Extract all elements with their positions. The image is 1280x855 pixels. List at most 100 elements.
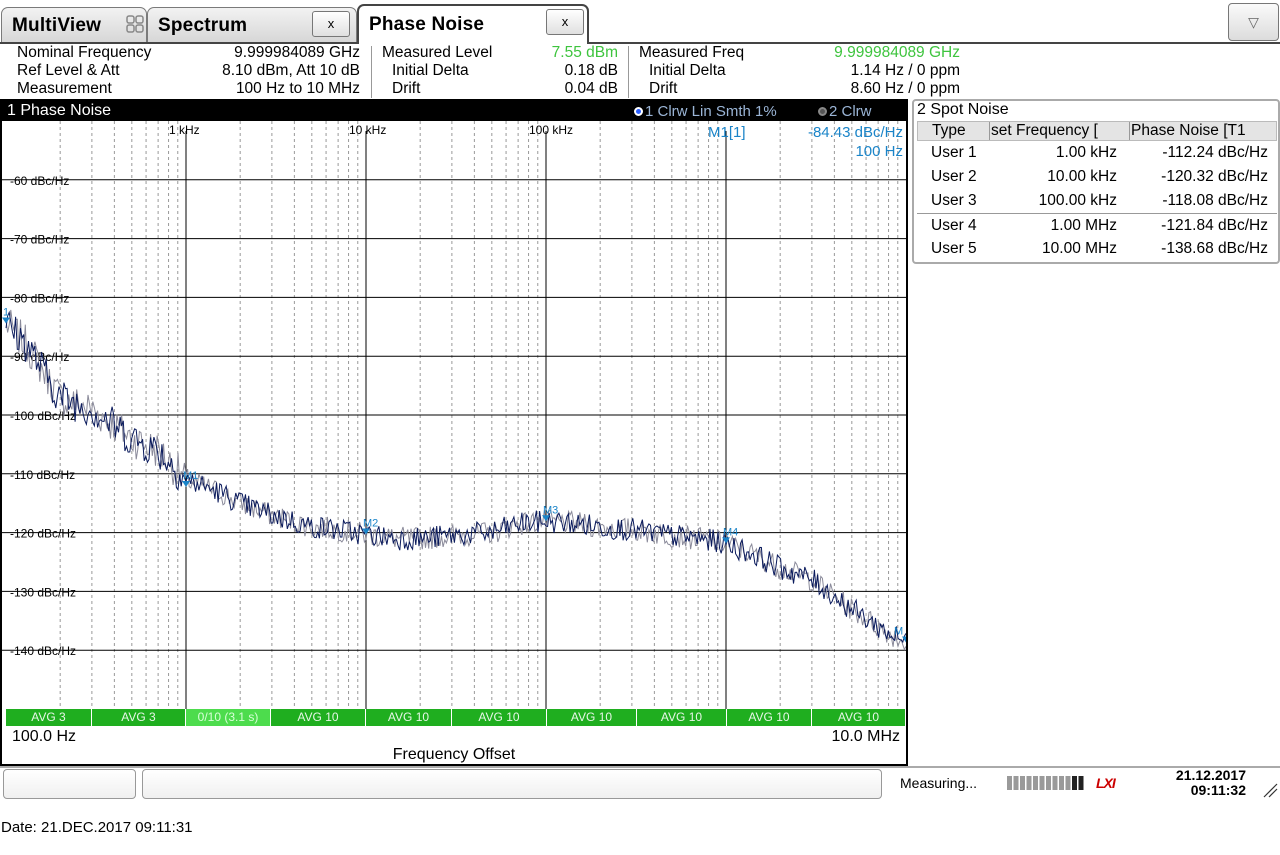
tab-spectrum[interactable]: Spectrum x (147, 7, 357, 43)
resize-grip-icon[interactable] (1262, 782, 1278, 798)
status-datetime: 21.12.2017 09:11:32 (1150, 768, 1246, 798)
info-value: 0.04 dB (564, 80, 618, 97)
info-column-3: Measured Freq 9.999984089 GHz Initial Del… (639, 44, 960, 98)
trace-1-legend[interactable]: 1 Clrw Lin Smth 1% (634, 103, 777, 120)
x-axis-title: Frequency Offset (392, 746, 516, 763)
avg-segment: AVG 10 (727, 709, 812, 726)
y-tick-label: -110 dBc/Hz (10, 468, 75, 482)
table-row[interactable]: User 2 10.00 kHz -120.32 dBc/Hz (917, 165, 1277, 189)
column-header-frequency[interactable]: set Frequency [ (990, 122, 1130, 140)
info-value: 0.18 dB (564, 62, 618, 79)
close-spectrum-button[interactable]: x (312, 11, 350, 37)
column-header-type[interactable]: Type (918, 122, 990, 140)
info-column-2: Measured Level 7.55 dBm Initial Delta 0.18… (382, 44, 618, 98)
spot-noise-window[interactable]: 2 Spot Noise Type set Frequency [ Phase … (912, 99, 1280, 264)
info-value: 1.14 Hz / 0 ppm (850, 62, 960, 79)
grid-icon (126, 15, 144, 33)
trace-2-indicator-icon (818, 107, 827, 116)
trace-1-label: 1 Clrw Lin Smth 1% (645, 103, 777, 120)
window-dropdown-button[interactable]: ▽ (1228, 3, 1279, 41)
table-row[interactable]: User 1 1.00 kHz -112.24 dBc/Hz (917, 141, 1277, 165)
sweep-progress-icon (1007, 776, 1084, 790)
info-label: Measured Freq (639, 44, 745, 61)
table-row[interactable]: User 5 10.00 MHz -138.68 dBc/Hz (917, 237, 1277, 261)
tab-multiview-label: MultiView (12, 15, 102, 36)
info-value: 8.60 Hz / 0 ppm (850, 80, 960, 97)
lxi-logo: LXI (1096, 775, 1116, 791)
table-row[interactable]: User 4 1.00 MHz -121.84 dBc/Hz (917, 213, 1277, 237)
x-tick-label: 10 kHz (349, 123, 386, 137)
marker-readout-name: M1[1] (708, 124, 746, 141)
marker-readout-frequency: 100 Hz (855, 143, 903, 160)
spot-noise-title: 2 Spot Noise (917, 101, 1009, 118)
info-divider (628, 46, 629, 98)
avg-segment: AVG 10 (637, 709, 727, 726)
tab-phase-noise[interactable]: Phase Noise x (357, 4, 589, 44)
avg-segment: 0/10 (3.1 s) (186, 709, 271, 726)
info-value: 9.999984089 GHz (234, 44, 360, 61)
info-divider (371, 46, 372, 98)
tab-bar: MultiView Spectrum x Phase Noise x ▽ (0, 0, 1280, 44)
x-axis-start: 100.0 Hz (12, 728, 77, 745)
measuring-status: Measuring... (900, 775, 978, 791)
info-label: Measured Level (382, 44, 493, 61)
column-header-phase-noise[interactable]: Phase Noise [T1 (1130, 122, 1276, 140)
info-label: Measurement (17, 80, 112, 97)
y-tick-label: -130 dBc/Hz (10, 585, 76, 599)
status-time: 09:11:32 (1190, 782, 1246, 798)
marker-readout-value: -84.43 dBc/Hz (808, 124, 903, 141)
info-label: Initial Delta (649, 62, 726, 79)
y-tick-label: -60 dBc/Hz (10, 174, 69, 188)
cell-type: User 1 (931, 144, 977, 161)
y-tick-label: -140 dBc/Hz (10, 644, 76, 658)
cell-noise: -118.08 dBc/Hz (1162, 192, 1268, 209)
tab-multiview[interactable]: MultiView (1, 7, 147, 43)
close-phase-noise-button[interactable]: x (546, 9, 584, 35)
y-tick-label: -70 dBc/Hz (10, 233, 69, 247)
status-bar: Measuring... LXI 21.12.2017 09:11:32 (0, 766, 1280, 802)
screenshot-date: Date: 21.DEC.2017 09:11:31 (1, 819, 193, 836)
marker-label: M2 (363, 517, 378, 529)
cell-freq: 10.00 MHz (1042, 240, 1117, 257)
tab-spectrum-label: Spectrum (158, 15, 248, 36)
status-divider (0, 766, 1280, 768)
phase-noise-window[interactable]: 1 Phase Noise 1 Clrw Lin Smth 1% 2 Clrw … (0, 99, 908, 766)
table-row[interactable]: User 3 100.00 kHz -118.08 dBc/Hz (917, 189, 1277, 213)
y-tick-label: -100 dBc/Hz (10, 409, 76, 423)
info-label: Drift (649, 80, 678, 97)
spot-noise-table: Type set Frequency [ Phase Noise [T1 Use… (917, 121, 1277, 261)
cell-freq: 100.00 kHz (1038, 192, 1117, 209)
info-value: 100 Hz to 10 MHz (235, 80, 360, 97)
x-tick-label: 1 kHz (169, 123, 200, 137)
info-value: 9.999984089 GHz (834, 44, 960, 61)
info-value: 8.10 dBm, Att 10 dB (222, 62, 360, 79)
cell-type: User 2 (931, 168, 977, 185)
avg-segment: AVG 10 (452, 709, 547, 726)
spot-noise-header: Type set Frequency [ Phase Noise [T1 (917, 121, 1277, 141)
cell-noise: -120.32 dBc/Hz (1161, 168, 1268, 185)
trace-2-label: 2 Clrw (829, 103, 872, 120)
cell-freq: 1.00 MHz (1050, 217, 1117, 234)
sweep-average-bar: AVG 3 AVG 3 0/10 (3.1 s) AVG 10 AVG 10 AVG 10… (6, 709, 906, 726)
cell-freq: 10.00 kHz (1047, 168, 1117, 185)
tab-phase-noise-label: Phase Noise (369, 14, 485, 35)
y-tick-label: -80 dBc/Hz (10, 291, 69, 305)
info-label: Initial Delta (392, 62, 469, 79)
cell-type: User 3 (931, 192, 977, 209)
info-value: 7.55 dBm (551, 44, 618, 61)
avg-segment: AVG 3 (6, 709, 92, 726)
avg-segment: AVG 3 (92, 709, 186, 726)
trace-2-legend[interactable]: 2 Clrw (818, 103, 872, 120)
status-field-1[interactable] (3, 769, 136, 799)
trace-1-indicator-icon (634, 107, 643, 116)
cell-noise: -121.84 dBc/Hz (1161, 217, 1268, 234)
phase-noise-title: 1 Phase Noise (7, 102, 112, 119)
status-field-2[interactable] (142, 769, 882, 799)
avg-segment: AVG 10 (812, 709, 906, 726)
info-label: Ref Level & Att (17, 62, 120, 79)
cell-type: User 4 (931, 217, 977, 234)
avg-segment: AVG 10 (271, 709, 366, 726)
spot-noise-rows: User 1 1.00 kHz -112.24 dBc/Hz User 2 10.00 … (917, 141, 1277, 261)
phase-noise-chart[interactable]: -60 dBc/Hz-70 dBc/Hz-80 dBc/Hz-90 dBc/Hz… (2, 121, 906, 709)
x-axis-stop: 10.0 MHz (831, 728, 900, 745)
